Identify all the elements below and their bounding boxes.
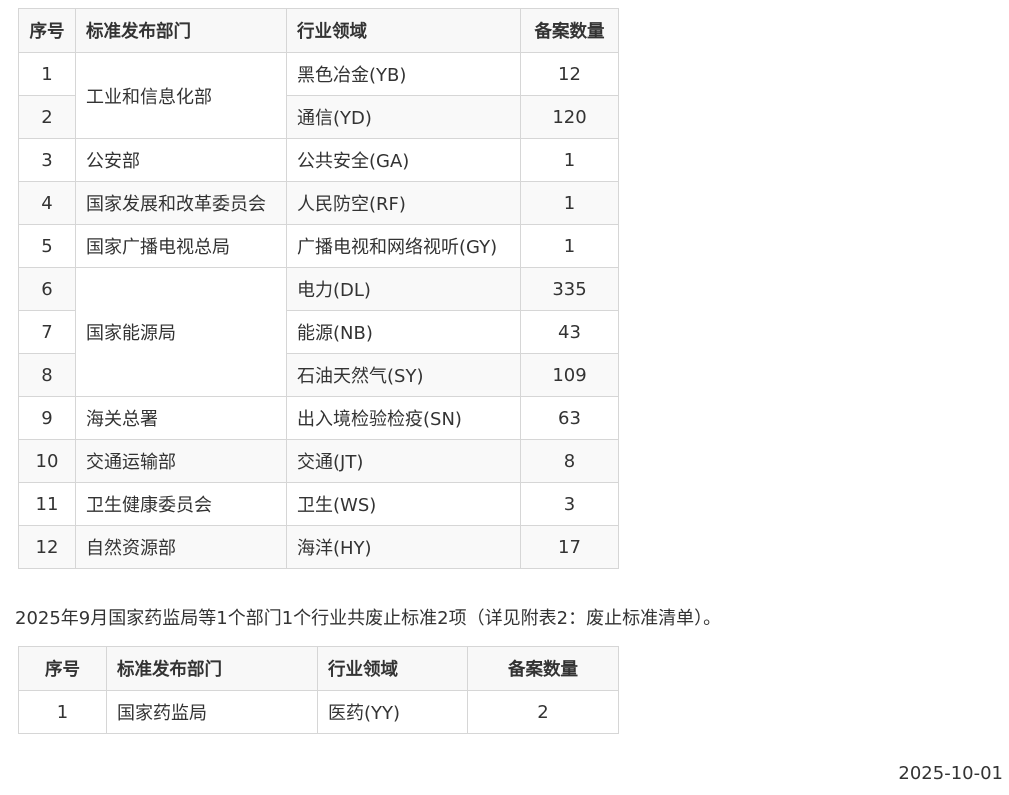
row-field: 电力(DL) [286,267,521,311]
row-index: 12 [18,525,76,569]
header-department: 标准发布部门 [75,8,287,53]
row-field: 海洋(HY) [286,525,521,569]
table-row: 12 自然资源部 海洋(HY) 17 [18,525,619,569]
row-department: 国家药监局 [106,690,318,734]
row-field: 交通(JT) [286,439,521,483]
publish-date: 2025-10-01 [898,763,1003,784]
abolished-standards-table: 序号 标准发布部门 行业领域 备案数量 1 国家药监局 医药(YY) 2 [18,646,619,734]
row-index: 2 [18,95,76,139]
row-department: 自然资源部 [75,525,287,569]
row-index: 1 [18,690,107,734]
row-field: 黑色冶金(YB) [286,52,521,96]
row-field: 石油天然气(SY) [286,353,521,397]
row-count: 1 [520,224,619,268]
row-count: 12 [520,52,619,96]
table-row: 9 海关总署 出入境检验检疫(SN) 63 [18,396,619,440]
row-index: 9 [18,396,76,440]
row-index: 1 [18,52,76,96]
header-field: 行业领域 [317,646,468,691]
abolished-standards-note: 2025年9月国家药监局等1个部门1个行业共废止标准2项（详见附表2：废止标准清… [15,608,722,629]
row-field: 公共安全(GA) [286,138,521,182]
table-header-row: 序号 标准发布部门 行业领域 备案数量 [18,646,619,691]
row-count: 120 [520,95,619,139]
row-count: 8 [520,439,619,483]
table-row: 11 卫生健康委员会 卫生(WS) 3 [18,482,619,526]
table-row: 1 工业和信息化部 黑色冶金(YB) 12 [18,52,619,139]
row-index: 7 [18,310,76,354]
row-index: 5 [18,224,76,268]
row-department: 卫生健康委员会 [75,482,287,526]
row-count: 2 [467,690,619,734]
header-count: 备案数量 [520,8,619,53]
row-department: 海关总署 [75,396,287,440]
row-field: 能源(NB) [286,310,521,354]
row-count: 1 [520,138,619,182]
row-count: 335 [520,267,619,311]
row-index: 4 [18,181,76,225]
table-row: 6 国家能源局 电力(DL) 335 [18,267,619,397]
row-count: 43 [520,310,619,354]
table-row: 4 国家发展和改革委员会 人民防空(RF) 1 [18,181,619,225]
row-index: 3 [18,138,76,182]
header-index: 序号 [18,646,107,691]
row-index: 8 [18,353,76,397]
row-department: 国家能源局 [75,267,287,397]
row-field: 医药(YY) [317,690,468,734]
row-field: 人民防空(RF) [286,181,521,225]
row-count: 109 [520,353,619,397]
table-row: 10 交通运输部 交通(JT) 8 [18,439,619,483]
row-department: 国家广播电视总局 [75,224,287,268]
row-field: 通信(YD) [286,95,521,139]
table-row: 3 公安部 公共安全(GA) 1 [18,138,619,182]
row-count: 3 [520,482,619,526]
row-count: 1 [520,181,619,225]
table-header-row: 序号 标准发布部门 行业领域 备案数量 [18,8,619,53]
row-department: 国家发展和改革委员会 [75,181,287,225]
row-field: 卫生(WS) [286,482,521,526]
header-index: 序号 [18,8,76,53]
row-count: 17 [520,525,619,569]
row-department: 交通运输部 [75,439,287,483]
row-index: 10 [18,439,76,483]
row-department: 公安部 [75,138,287,182]
header-department: 标准发布部门 [106,646,318,691]
row-field: 广播电视和网络视听(GY) [286,224,521,268]
row-count: 63 [520,396,619,440]
row-index: 11 [18,482,76,526]
row-index: 6 [18,267,76,311]
header-count: 备案数量 [467,646,619,691]
table-row: 5 国家广播电视总局 广播电视和网络视听(GY) 1 [18,224,619,268]
row-department: 工业和信息化部 [75,52,287,139]
header-field: 行业领域 [286,8,521,53]
filing-summary-table: 序号 标准发布部门 行业领域 备案数量 1 工业和信息化部 黑色冶金(YB) 1… [18,8,619,569]
table-row: 1 国家药监局 医药(YY) 2 [18,690,619,734]
row-field: 出入境检验检疫(SN) [286,396,521,440]
